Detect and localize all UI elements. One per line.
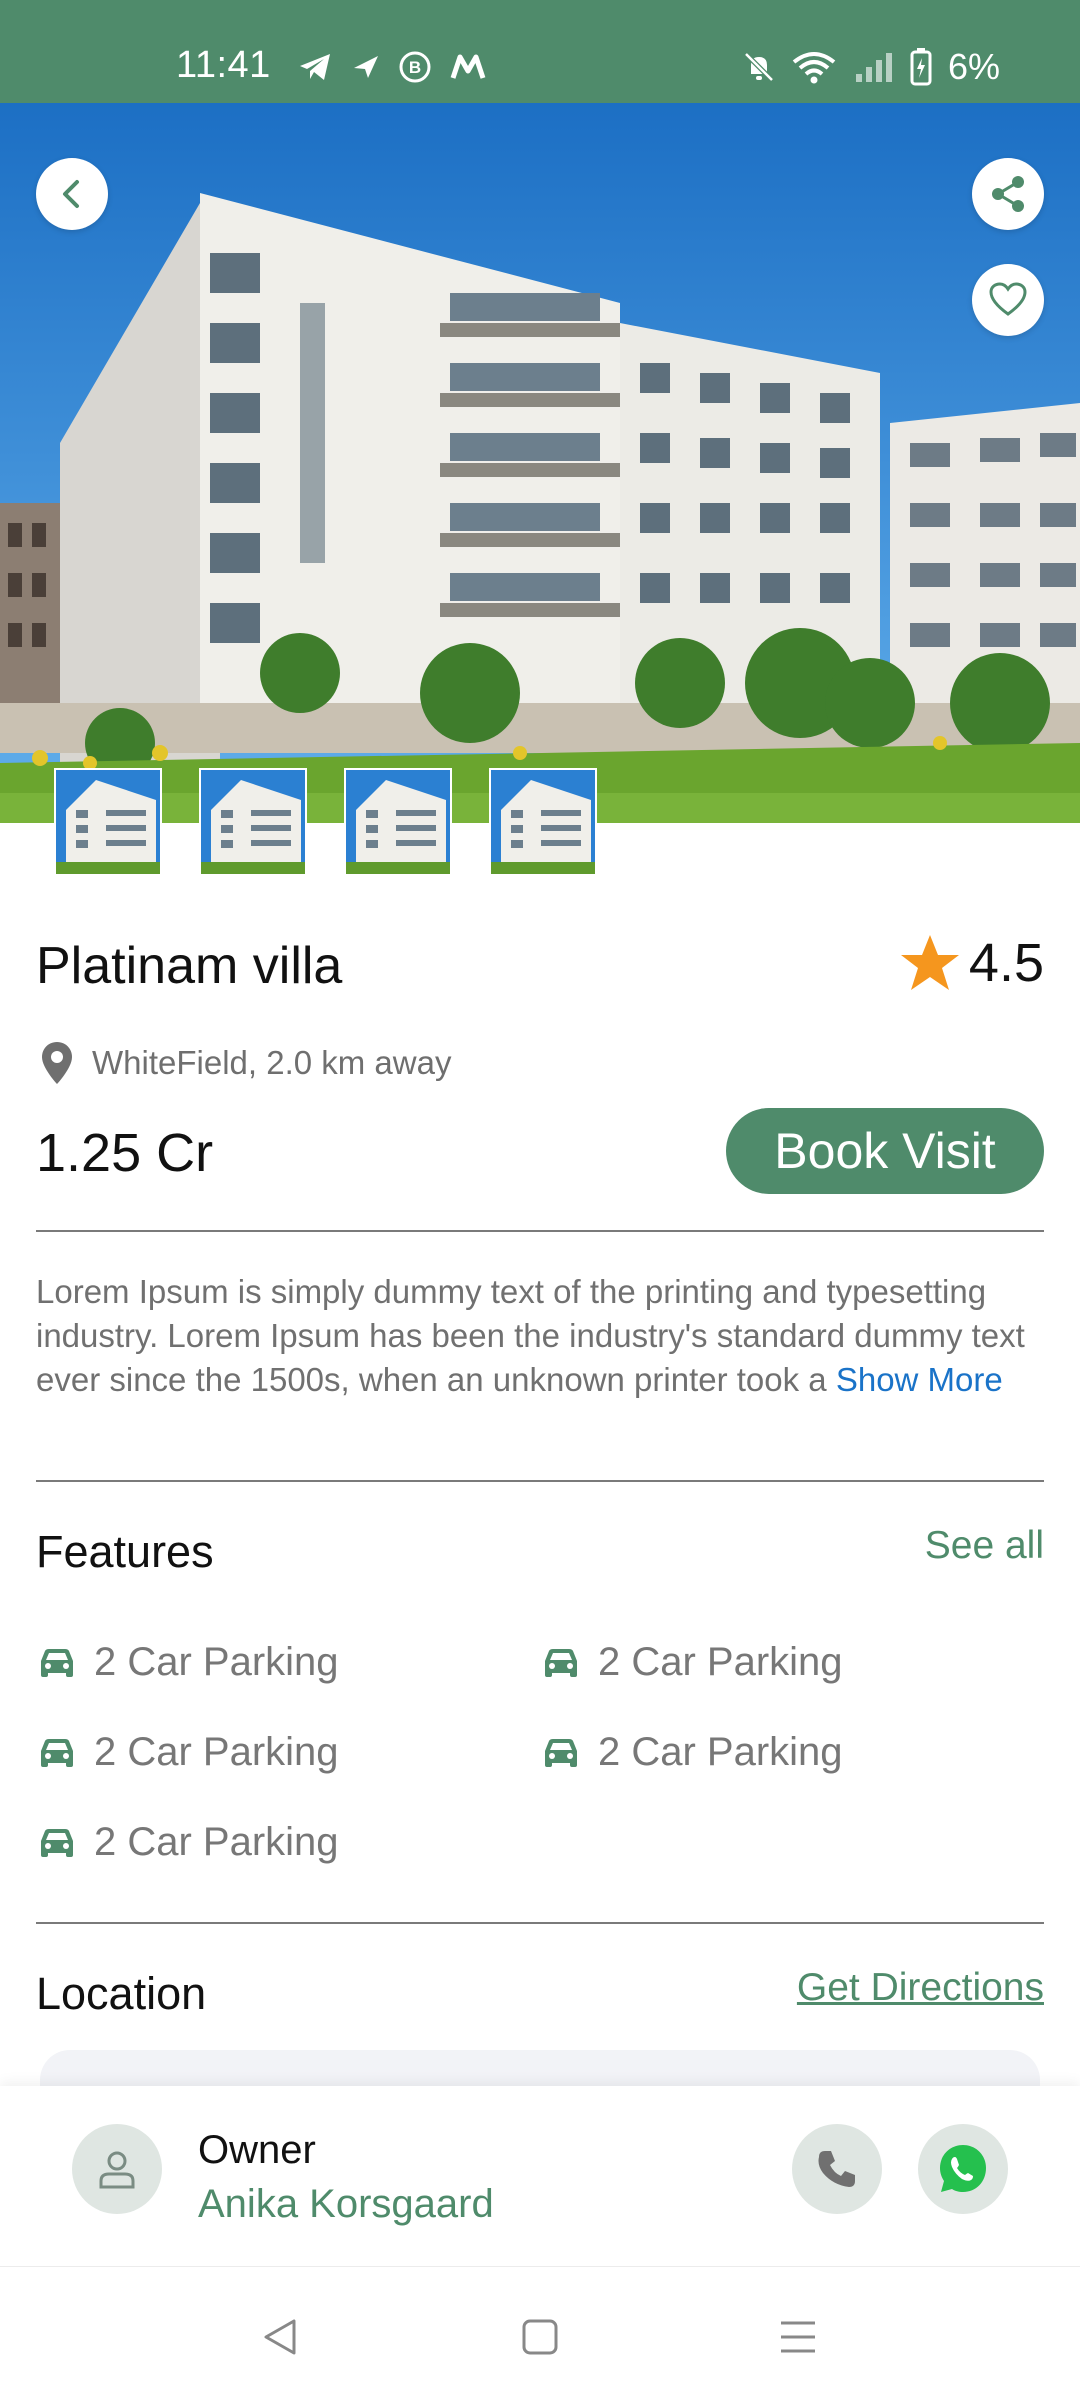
car-icon bbox=[41, 1828, 73, 1857]
owner-name: Anika Korsgaard bbox=[198, 2182, 494, 2226]
status-system-icons: 6% bbox=[742, 46, 1000, 88]
wifi-icon bbox=[792, 52, 836, 84]
thumbnail-2[interactable] bbox=[199, 768, 307, 876]
battery-percentage: 6% bbox=[947, 46, 1000, 87]
whatsapp-icon bbox=[940, 2145, 986, 2192]
heart-icon bbox=[989, 282, 1027, 316]
home-square-icon bbox=[522, 2319, 558, 2355]
chevron-left-icon bbox=[63, 180, 79, 208]
back-button[interactable] bbox=[36, 158, 108, 230]
show-more-link[interactable]: Show More bbox=[836, 1361, 1003, 1398]
status-notification-icons: B bbox=[298, 50, 486, 84]
nav-back-button[interactable] bbox=[250, 2307, 310, 2367]
car-icon bbox=[41, 1738, 73, 1767]
hero-image[interactable] bbox=[0, 103, 1080, 823]
rating: 4.5 bbox=[899, 932, 1044, 994]
owner-contact-bar: Owner Anika Korsgaard bbox=[0, 2086, 1080, 2266]
building-photo bbox=[0, 103, 1080, 823]
svg-text:B: B bbox=[409, 58, 421, 77]
battery-icon bbox=[910, 48, 932, 86]
mute-icon bbox=[744, 52, 774, 82]
thumbnail-3[interactable] bbox=[344, 768, 452, 876]
feature-item: 2 Car Parking bbox=[38, 1730, 339, 1775]
call-button[interactable] bbox=[792, 2124, 882, 2214]
feature-label: 2 Car Parking bbox=[94, 1820, 339, 1864]
price: 1.25 Cr bbox=[36, 1123, 214, 1183]
location-pin-icon bbox=[42, 1042, 72, 1084]
feature-item: 2 Car Parking bbox=[38, 1640, 339, 1685]
whatsapp-button[interactable] bbox=[918, 2124, 1008, 2214]
location-row: WhiteField, 2.0 km away bbox=[40, 1040, 451, 1086]
see-all-link[interactable]: See all bbox=[925, 1524, 1044, 1568]
feature-item: 2 Car Parking bbox=[542, 1730, 843, 1775]
feature-item: 2 Car Parking bbox=[542, 1640, 843, 1685]
nav-home-button[interactable] bbox=[510, 2307, 570, 2367]
rating-value: 4.5 bbox=[968, 933, 1044, 993]
favorite-button[interactable] bbox=[972, 264, 1044, 336]
share-icon bbox=[992, 176, 1024, 212]
feature-item: 2 Car Parking bbox=[38, 1820, 339, 1865]
signal-icon bbox=[855, 53, 892, 82]
property-title: Platinam villa bbox=[36, 937, 343, 995]
owner-role: Owner bbox=[198, 2128, 316, 2172]
status-bar: 11:41 B 6% bbox=[0, 0, 1080, 103]
star-icon bbox=[900, 935, 959, 990]
flight-icon bbox=[354, 56, 378, 78]
navigation-bar bbox=[0, 2266, 1080, 2400]
divider bbox=[36, 1922, 1044, 1924]
divider bbox=[36, 1480, 1044, 1482]
status-time: 11:41 bbox=[176, 44, 271, 86]
thumbnail-1[interactable] bbox=[54, 768, 162, 876]
features-title: Features bbox=[36, 1526, 214, 1577]
car-icon bbox=[545, 1738, 577, 1767]
menu-lines-icon bbox=[781, 2321, 815, 2353]
thumbnail-strip bbox=[54, 768, 597, 876]
divider bbox=[36, 1230, 1044, 1232]
back-triangle-icon bbox=[264, 2319, 296, 2355]
telegram-icon bbox=[300, 54, 330, 80]
feature-label: 2 Car Parking bbox=[598, 1730, 843, 1774]
location-text: WhiteField, 2.0 km away bbox=[92, 1044, 452, 1081]
feature-label: 2 Car Parking bbox=[598, 1640, 843, 1684]
nav-recents-button[interactable] bbox=[768, 2307, 828, 2367]
description: Lorem Ipsum is simply dummy text of the … bbox=[36, 1270, 1046, 1402]
thumbnail-4[interactable] bbox=[489, 768, 597, 876]
owner-avatar bbox=[72, 2124, 162, 2214]
book-visit-button[interactable]: Book Visit bbox=[726, 1108, 1044, 1194]
car-icon bbox=[41, 1648, 73, 1677]
feature-label: 2 Car Parking bbox=[94, 1640, 339, 1684]
get-directions-link[interactable]: Get Directions bbox=[797, 1966, 1044, 2010]
share-button[interactable] bbox=[972, 158, 1044, 230]
feature-label: 2 Car Parking bbox=[94, 1730, 339, 1774]
user-icon bbox=[99, 2151, 135, 2189]
location-title: Location bbox=[36, 1968, 207, 2019]
m-icon bbox=[450, 54, 486, 79]
b-icon: B bbox=[399, 51, 431, 83]
phone-icon bbox=[818, 2151, 855, 2187]
car-icon bbox=[545, 1648, 577, 1677]
